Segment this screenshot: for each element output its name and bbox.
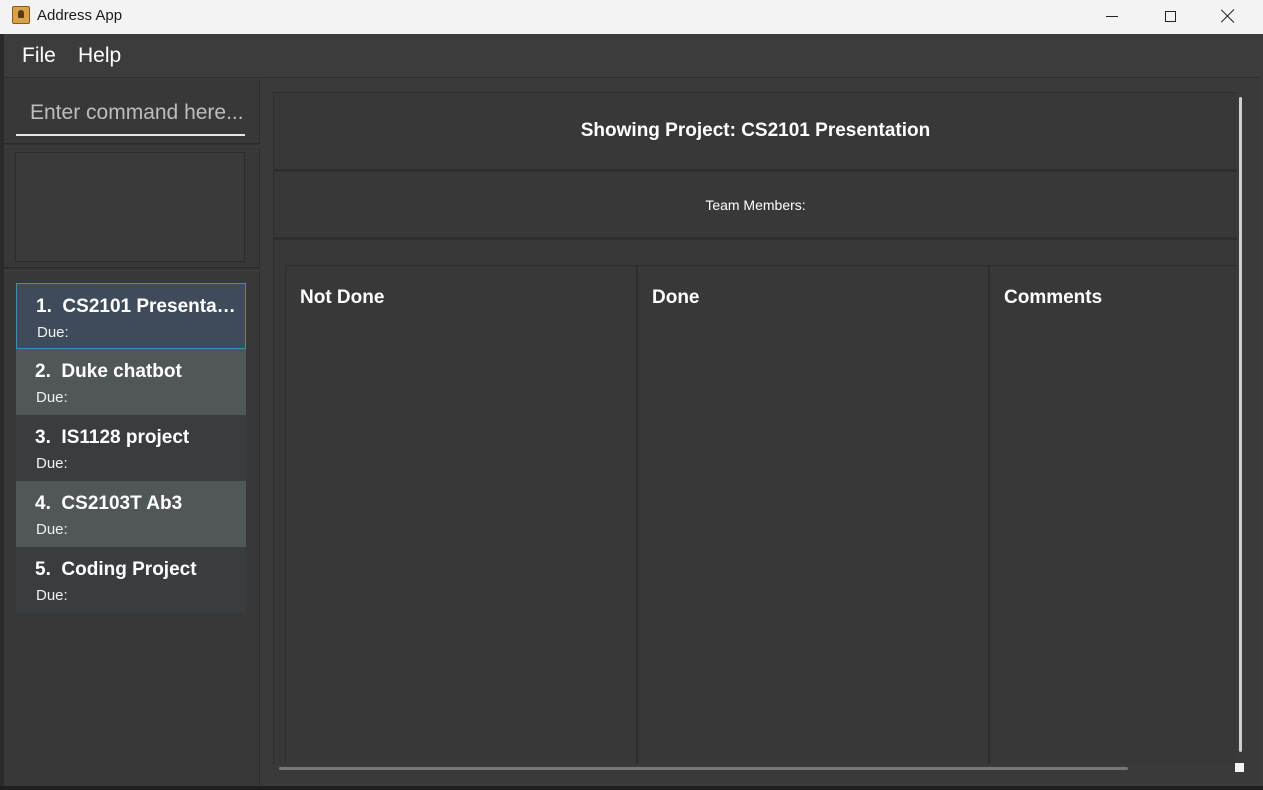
- title-bar: Address App: [0, 0, 1263, 34]
- window-bottom-edge: [0, 786, 1263, 790]
- window-title: Address App: [37, 7, 123, 24]
- team-members-row: Team Members:: [274, 172, 1237, 240]
- app-window: Address App File Help 1. CS2101 Presenta…: [0, 0, 1263, 790]
- menu-bar: File Help: [4, 34, 1259, 78]
- project-due: Due:: [36, 521, 68, 538]
- menu-help[interactable]: Help: [78, 44, 121, 68]
- project-title: 3. IS1128 project: [35, 427, 190, 448]
- project-detail-panel: Showing Project: CS2101 Presentation Tea…: [261, 79, 1259, 786]
- not-done-column: Not Done: [286, 266, 638, 764]
- project-card[interactable]: 1. CS2101 Presentation Due:: [16, 283, 246, 349]
- comments-column: Comments: [990, 266, 1250, 764]
- command-input[interactable]: [16, 92, 245, 134]
- done-title: Done: [652, 287, 700, 308]
- panel-divider: [4, 267, 260, 271]
- minimize-icon: [1106, 15, 1118, 17]
- project-detail-content: Showing Project: CS2101 Presentation Tea…: [273, 92, 1237, 764]
- project-title: 2. Duke chatbot: [35, 361, 182, 382]
- horizontal-scrollbar[interactable]: [279, 767, 1128, 770]
- result-display: [15, 152, 245, 262]
- project-due: Due:: [36, 389, 68, 406]
- minimize-button[interactable]: [1083, 0, 1141, 32]
- not-done-title: Not Done: [300, 287, 385, 308]
- project-due: Due:: [36, 455, 68, 472]
- maximize-icon: [1164, 10, 1176, 22]
- project-title: 1. CS2101 Presentation: [36, 296, 236, 317]
- scroll-corner: [1235, 763, 1244, 772]
- comments-title: Comments: [1004, 287, 1103, 308]
- maximize-button[interactable]: [1141, 0, 1199, 32]
- done-column: Done: [638, 266, 990, 764]
- project-due: Due:: [37, 324, 69, 341]
- project-card[interactable]: 3. IS1128 project Due:: [16, 415, 246, 481]
- project-header-title: Showing Project: CS2101 Presentation: [580, 120, 931, 141]
- panel-divider: [4, 143, 260, 147]
- project-card[interactable]: 2. Duke chatbot Due:: [16, 349, 246, 415]
- project-list: 1. CS2101 Presentation Due: 2. Duke chat…: [16, 283, 246, 613]
- menu-file[interactable]: File: [22, 44, 56, 68]
- vertical-scrollbar[interactable]: [1239, 97, 1242, 752]
- left-panel: 1. CS2101 Presentation Due: 2. Duke chat…: [4, 79, 260, 786]
- task-columns: Not Done Done Comments: [285, 265, 1237, 764]
- address-book-icon: [12, 6, 30, 24]
- close-button[interactable]: [1199, 0, 1257, 32]
- close-icon: [1221, 9, 1235, 23]
- command-box: [16, 92, 245, 136]
- team-members-label: Team Members:: [705, 196, 806, 213]
- project-card[interactable]: 5. Coding Project Due:: [16, 547, 246, 613]
- project-header: Showing Project: CS2101 Presentation: [274, 92, 1237, 172]
- project-card[interactable]: 4. CS2103T Ab3 Due:: [16, 481, 246, 547]
- project-title: 4. CS2103T Ab3: [35, 493, 183, 514]
- project-title: 5. Coding Project: [35, 559, 197, 580]
- project-due: Due:: [36, 587, 68, 604]
